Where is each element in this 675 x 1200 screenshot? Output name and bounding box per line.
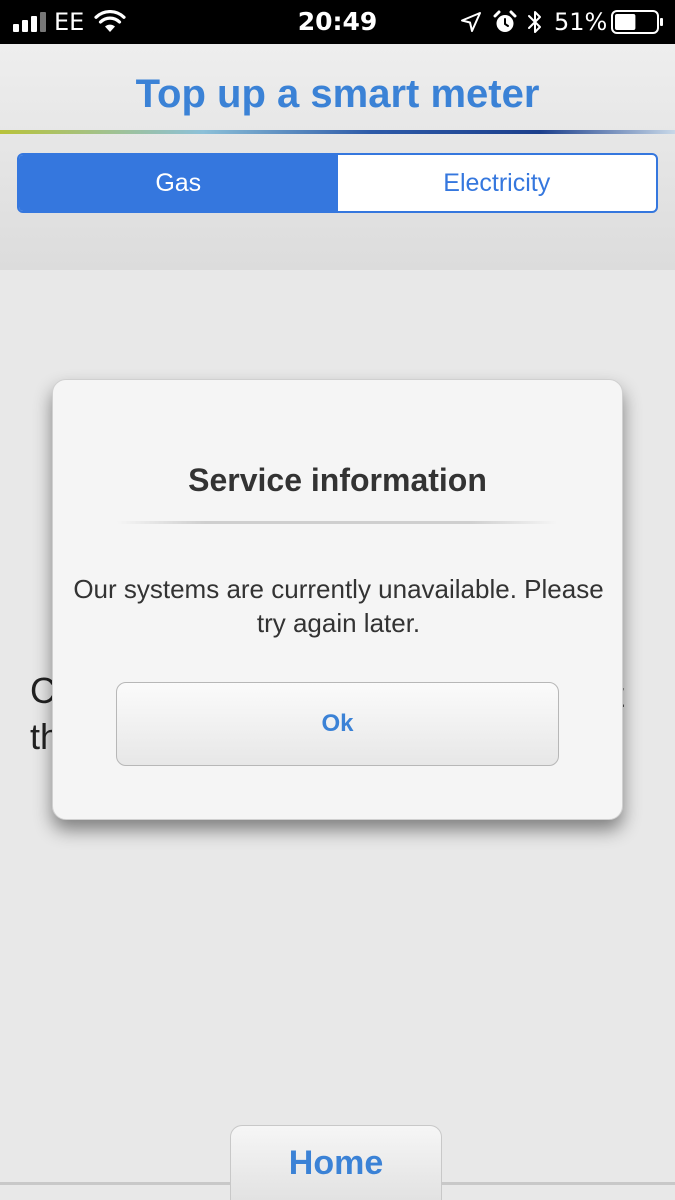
battery-icon	[611, 10, 663, 34]
dialog-title: Service information	[188, 462, 487, 498]
dialog-divider	[117, 521, 557, 524]
location-arrow-icon	[461, 12, 481, 32]
alarm-icon	[493, 10, 517, 32]
tab-electricity[interactable]: Electricity	[338, 155, 657, 211]
home-tab[interactable]: Home	[230, 1125, 442, 1200]
service-information-dialog: Service information Our systems are curr…	[52, 379, 623, 820]
tab-gas[interactable]: Gas	[19, 155, 338, 211]
ok-button[interactable]: Ok	[116, 682, 559, 766]
page-title: Top up a smart meter	[135, 72, 540, 116]
dialog-message: Our systems are currently unavailable. P…	[73, 574, 604, 638]
page-header: Top up a smart meter Gas Electricity	[0, 44, 675, 270]
status-bar: EE 20:49 51%	[0, 0, 675, 44]
bluetooth-icon	[528, 11, 541, 33]
header-divider	[0, 130, 675, 134]
battery-percentage: 51%	[554, 8, 608, 36]
fuel-type-segmented-control: Gas Electricity	[17, 153, 658, 213]
